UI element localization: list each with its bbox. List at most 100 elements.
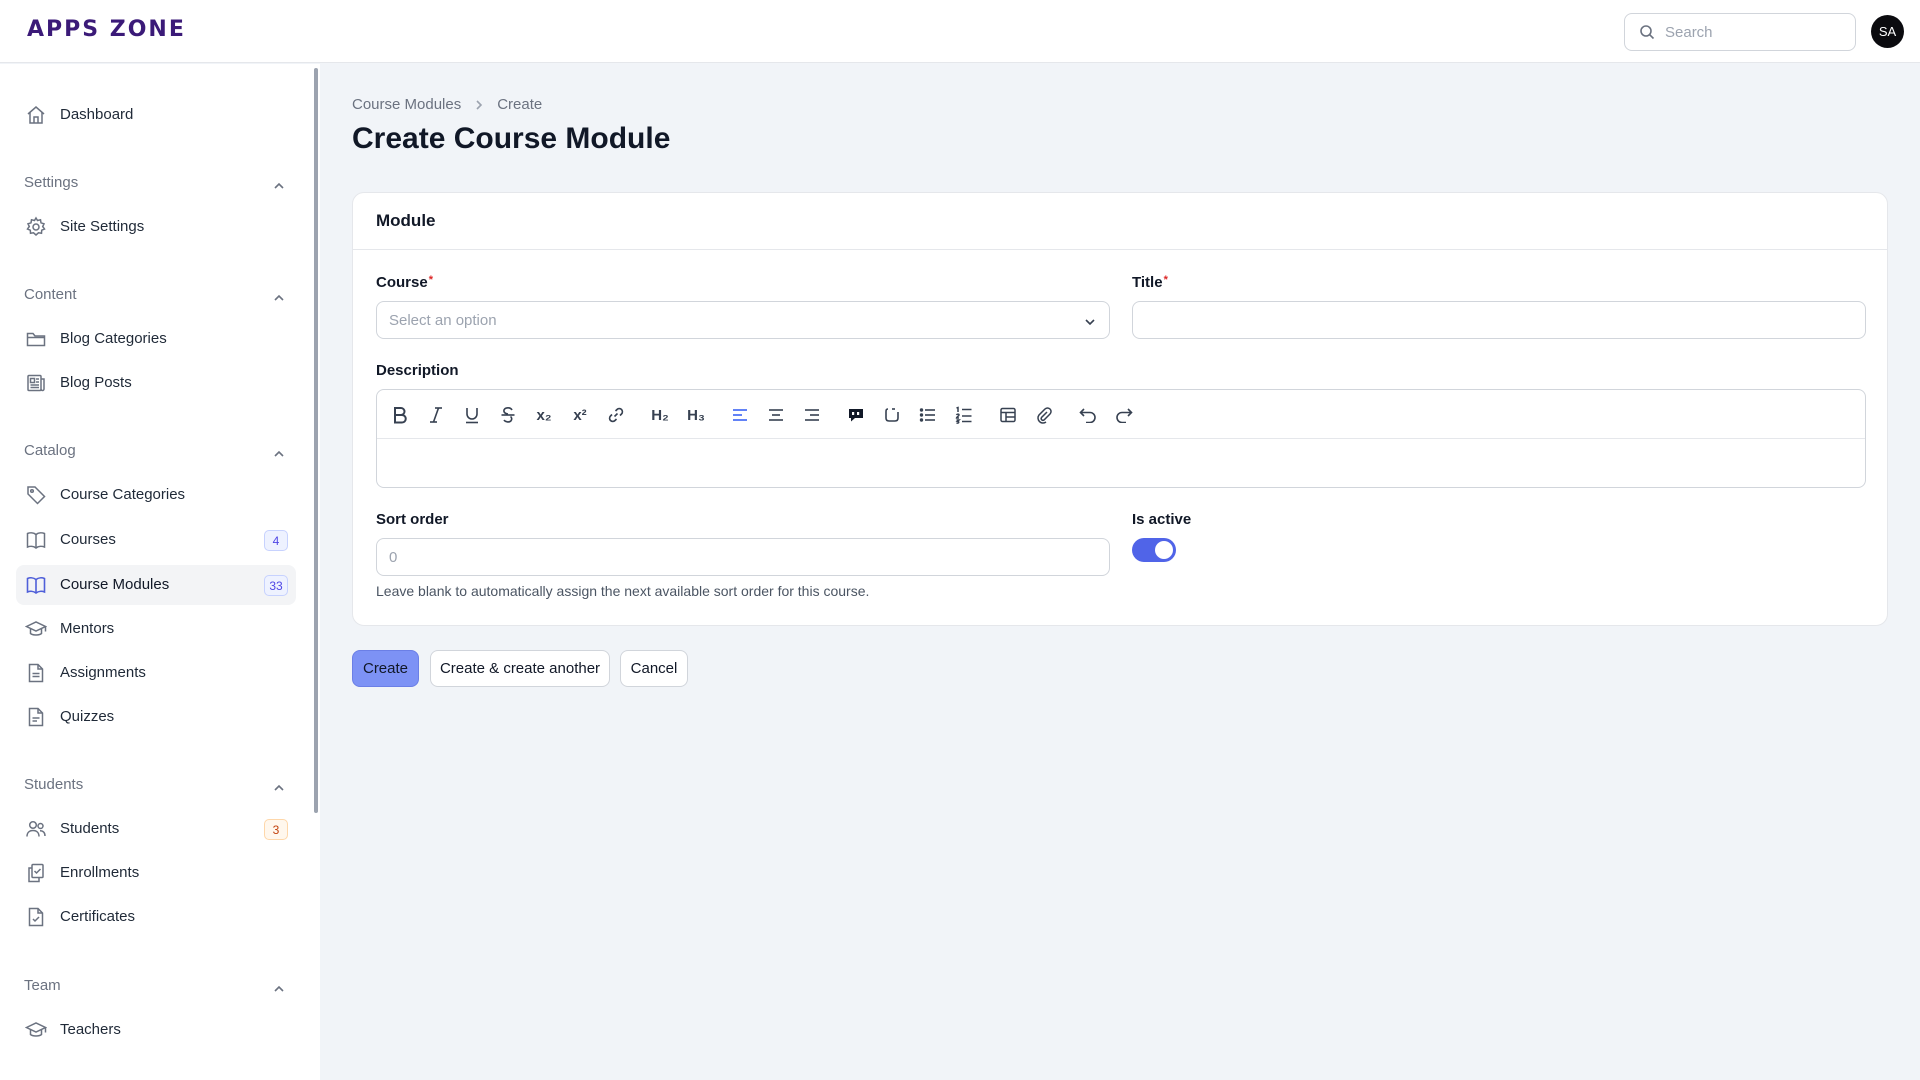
- undo-button[interactable]: [1075, 402, 1101, 428]
- superscript-button[interactable]: x²: [567, 402, 593, 428]
- search-placeholder: Search: [1665, 24, 1713, 41]
- sidebar-item-assignments[interactable]: Assignments: [16, 653, 296, 693]
- sidebar-item-dashboard[interactable]: Dashboard: [16, 95, 296, 135]
- sidebar-group-catalog[interactable]: Catalog: [24, 442, 286, 466]
- sidebar-item-teachers[interactable]: Teachers: [16, 1010, 296, 1050]
- editor-toolbar: x₂ x² H₂ H₃: [377, 390, 1865, 439]
- avatar[interactable]: SA: [1871, 15, 1904, 48]
- ordered-list-button[interactable]: [951, 402, 977, 428]
- courses-count-badge: 4: [264, 530, 288, 551]
- top-bar: APPS ZONE Search SA: [0, 0, 1920, 63]
- redo-button[interactable]: [1111, 402, 1137, 428]
- bullet-list-button[interactable]: [915, 402, 941, 428]
- gear-icon: [25, 216, 47, 238]
- sidebar-item-label: Mentors: [60, 620, 115, 637]
- align-center-button[interactable]: [763, 402, 789, 428]
- sidebar-group-team[interactable]: Team: [24, 977, 286, 1001]
- sidebar-item-site-settings[interactable]: Site Settings: [16, 207, 296, 247]
- toggle-knob: [1155, 541, 1173, 559]
- link-button[interactable]: [603, 402, 629, 428]
- group-label: Team: [24, 977, 61, 994]
- sidebar-group-students[interactable]: Students: [24, 776, 286, 800]
- strikethrough-button[interactable]: [495, 402, 521, 428]
- sidebar-item-certificates[interactable]: Certificates: [16, 897, 296, 937]
- app-logo[interactable]: APPS ZONE: [27, 17, 186, 42]
- group-label: Students: [24, 776, 84, 793]
- sidebar-group-settings[interactable]: Settings: [24, 174, 286, 198]
- group-label: Settings: [24, 174, 79, 191]
- title-field[interactable]: [1132, 301, 1866, 339]
- bold-button[interactable]: [387, 402, 413, 428]
- create-another-button[interactable]: Create & create another: [430, 650, 610, 687]
- course-label: Course*: [376, 274, 433, 291]
- document-icon: [25, 706, 47, 728]
- group-label: Catalog: [24, 442, 76, 459]
- breadcrumb-current: Create: [497, 96, 543, 113]
- newspaper-icon: [25, 372, 47, 394]
- sidebar-item-blog-posts[interactable]: Blog Posts: [16, 363, 296, 403]
- sidebar-scrollbar[interactable]: [314, 68, 318, 813]
- sidebar-item-label: Dashboard: [60, 106, 134, 123]
- code-block-icon[interactable]: [879, 402, 905, 428]
- sidebar-item-course-modules[interactable]: Course Modules 33: [16, 565, 296, 605]
- sidebar-item-blog-categories[interactable]: Blog Categories: [16, 319, 296, 359]
- sidebar-item-quizzes[interactable]: Quizzes: [16, 697, 296, 737]
- description-content-area[interactable]: [377, 440, 1865, 488]
- users-icon: [25, 818, 47, 840]
- heading-2-button[interactable]: H₂: [647, 402, 673, 428]
- course-modules-count-badge: 33: [264, 575, 288, 596]
- home-icon: [25, 104, 47, 126]
- underline-button[interactable]: [459, 402, 485, 428]
- italic-button[interactable]: [423, 402, 449, 428]
- course-select[interactable]: Select an option: [376, 301, 1110, 339]
- required-marker: *: [1163, 274, 1168, 286]
- sidebar-item-label: Blog Posts: [60, 374, 132, 391]
- align-left-button[interactable]: [727, 402, 753, 428]
- chevron-up-icon: [272, 447, 286, 461]
- sidebar-item-label: Assignments: [60, 664, 146, 681]
- tag-icon: [25, 484, 47, 506]
- table-button[interactable]: [995, 402, 1021, 428]
- sidebar-item-mentors[interactable]: Mentors: [16, 609, 296, 649]
- search-input[interactable]: Search: [1624, 13, 1856, 51]
- sort-order-field[interactable]: 0: [376, 538, 1110, 576]
- sort-order-label: Sort order: [376, 511, 449, 528]
- chevron-up-icon: [272, 179, 286, 193]
- sidebar-item-label: Course Categories: [60, 486, 186, 503]
- attach-file-button[interactable]: [1031, 402, 1057, 428]
- sidebar-item-label: Site Settings: [60, 218, 145, 235]
- cancel-button[interactable]: Cancel: [620, 650, 688, 687]
- sidebar: Dashboard Settings Site Settings Content…: [0, 64, 320, 1080]
- sidebar-item-label: Quizzes: [60, 708, 115, 725]
- chevron-right-icon: [473, 99, 485, 111]
- chevron-up-icon: [272, 291, 286, 305]
- sidebar-group-content[interactable]: Content: [24, 286, 286, 310]
- sidebar-item-students[interactable]: Students 3: [16, 809, 296, 849]
- is-active-toggle[interactable]: [1132, 538, 1176, 562]
- sidebar-item-label: Students: [60, 820, 120, 837]
- section-title: Module: [376, 211, 436, 230]
- book-open-icon: [25, 574, 47, 596]
- sidebar-item-course-categories[interactable]: Course Categories: [16, 475, 296, 515]
- heading-3-button[interactable]: H₃: [683, 402, 709, 428]
- create-button[interactable]: Create: [352, 650, 419, 687]
- sidebar-item-enrollments[interactable]: Enrollments: [16, 853, 296, 893]
- document-check-icon: [25, 906, 47, 928]
- breadcrumb: Course Modules Create: [352, 96, 542, 113]
- sidebar-item-label: Teachers: [60, 1021, 121, 1038]
- sidebar-item-label: Courses: [60, 531, 116, 548]
- subscript-button[interactable]: x₂: [531, 402, 557, 428]
- book-open-icon: [25, 529, 47, 551]
- align-right-button[interactable]: [799, 402, 825, 428]
- search-icon: [1639, 24, 1655, 40]
- course-select-placeholder: Select an option: [389, 312, 497, 329]
- blockquote-icon[interactable]: [843, 402, 869, 428]
- card-header: Module: [353, 193, 1887, 250]
- sidebar-item-label: Enrollments: [60, 864, 140, 881]
- sidebar-item-label: Certificates: [60, 908, 136, 925]
- chevron-up-icon: [272, 982, 286, 996]
- breadcrumb-parent-link[interactable]: Course Modules: [352, 96, 461, 113]
- sidebar-item-courses[interactable]: Courses 4: [16, 520, 296, 560]
- group-label: Content: [24, 286, 77, 303]
- description-label: Description: [376, 362, 459, 379]
